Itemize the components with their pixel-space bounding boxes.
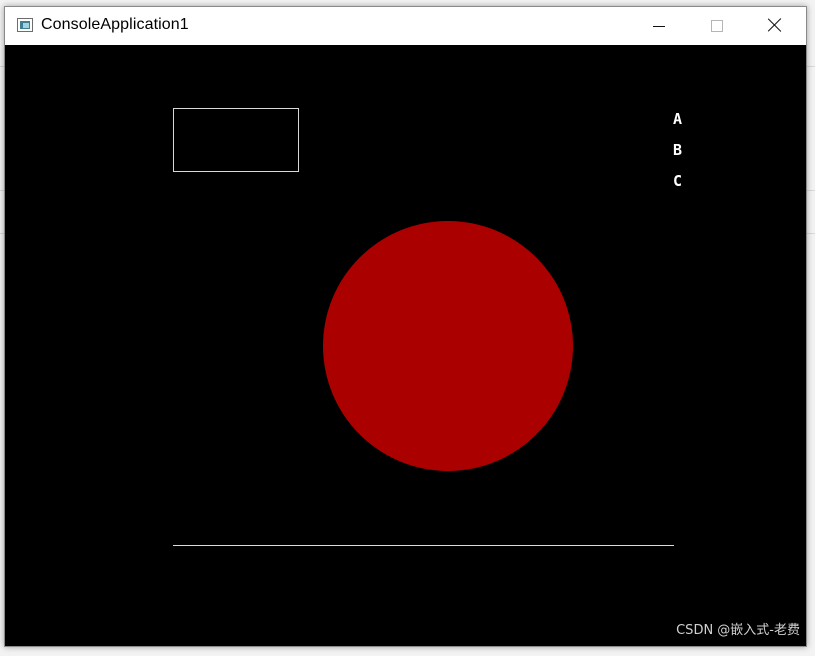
label-letter-a: A — [673, 110, 683, 128]
close-button[interactable] — [745, 7, 806, 45]
horizontal-line — [173, 545, 674, 546]
csdn-watermark: CSDN @嵌入式-老费 — [676, 623, 800, 638]
minimize-button[interactable] — [629, 7, 687, 45]
maximize-button[interactable] — [687, 7, 745, 45]
maximize-icon — [711, 20, 723, 32]
rectangle-outline — [173, 108, 299, 172]
window-title: ConsoleApplication1 — [41, 16, 189, 33]
label-letter-c: C — [673, 172, 683, 190]
title-bar[interactable]: ConsoleApplication1 — [5, 7, 806, 45]
graphics-canvas: A B C CSDN @嵌入式-老费 — [5, 45, 806, 646]
close-icon — [768, 18, 782, 32]
console-window: ConsoleApplication1 A B C CSDN @嵌入式-老费 — [4, 6, 807, 647]
red-filled-circle — [323, 221, 573, 471]
label-letter-b: B — [673, 141, 683, 159]
console-app-icon[interactable] — [17, 18, 33, 32]
minimize-icon — [653, 26, 665, 27]
